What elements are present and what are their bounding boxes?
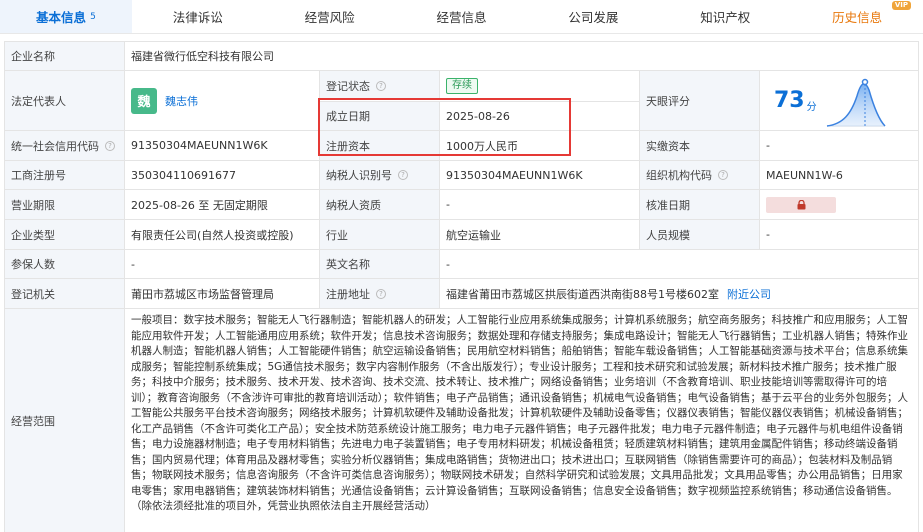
tianyan-score-value: 73 bbox=[774, 88, 805, 113]
insured-value: - bbox=[124, 250, 319, 278]
tab-count-badge: 5 bbox=[90, 11, 96, 22]
table-row: 法定代表人 魏 魏志伟 登记状态 ? 存续 成立日期 2025-08-26 天眼… bbox=[4, 70, 919, 130]
legal-rep-name-link[interactable]: 魏志伟 bbox=[165, 93, 198, 109]
est-date-label: 成立日期 bbox=[319, 101, 439, 130]
company-type-label: 企业类型 bbox=[4, 220, 124, 249]
tab-label: 知识产权 bbox=[700, 10, 751, 25]
est-date-value: 2025-08-26 bbox=[439, 101, 639, 130]
scope-label: 经营范围 bbox=[4, 309, 124, 532]
table-row: 企业类型 有限责任公司(自然人投资或控股) 行业 航空运输业 人员规模 - bbox=[4, 219, 919, 249]
company-type-value: 有限责任公司(自然人投资或控股) bbox=[124, 220, 319, 249]
table-row: 参保人数 - 英文名称 - bbox=[4, 249, 919, 278]
tab-bar: 基本信息 5 法律诉讼 经营风险 经营信息 公司发展 知识产权 历史信息 VIP bbox=[0, 0, 923, 34]
insured-label: 参保人数 bbox=[4, 250, 124, 278]
english-name-value: - bbox=[439, 250, 919, 278]
reg-address-value: 福建省莆田市荔城区拱辰街道西洪南街88号1号楼602室 bbox=[446, 287, 719, 301]
tianyan-score-cell[interactable]: 73 分 bbox=[759, 71, 919, 130]
reg-status-label: 登记状态 ? bbox=[319, 71, 439, 100]
tab-label: 基本信息 bbox=[36, 10, 87, 25]
org-code-label-text: 组织机构代码 bbox=[646, 169, 712, 182]
biz-reg-no-value: 350304110691677 bbox=[124, 161, 319, 189]
company-info-table: 企业名称 福建省微行低空科技有限公司 法定代表人 魏 魏志伟 登记状态 ? 存续… bbox=[4, 41, 919, 532]
tianyan-score-unit: 分 bbox=[806, 102, 817, 113]
term-label: 营业期限 bbox=[4, 190, 124, 219]
reg-status-cell: 存续 bbox=[439, 71, 639, 100]
tab-label: 经营风险 bbox=[304, 10, 355, 25]
industry-value: 航空运输业 bbox=[439, 220, 639, 249]
legal-rep-cell: 魏 魏志伟 bbox=[124, 71, 319, 130]
tab-business-info[interactable]: 经营信息 bbox=[396, 0, 528, 33]
tab-business-risk[interactable]: 经营风险 bbox=[264, 0, 396, 33]
tab-company-development[interactable]: 公司发展 bbox=[527, 0, 659, 33]
taxpayer-qual-label: 纳税人资质 bbox=[319, 190, 439, 219]
tab-label: 经营信息 bbox=[436, 10, 487, 25]
legal-rep-label: 法定代表人 bbox=[4, 71, 124, 130]
help-icon[interactable]: ? bbox=[105, 140, 115, 151]
table-row: 登记机关 莆田市荔城区市场监督管理局 注册地址 ? 福建省莆田市荔城区拱辰街道西… bbox=[4, 278, 919, 308]
taxpayer-id-value: 91350304MAEUNN1W6K bbox=[439, 161, 639, 189]
staff-size-label: 人员规模 bbox=[639, 220, 759, 249]
score-distribution-icon bbox=[826, 78, 886, 127]
vip-locked-value[interactable] bbox=[766, 196, 836, 213]
tab-label: 历史信息 bbox=[832, 10, 883, 25]
table-row: 工商注册号 350304110691677 纳税人识别号 ? 91350304M… bbox=[4, 160, 919, 189]
tab-label: 公司发展 bbox=[568, 10, 619, 25]
tianyan-score-label: 天眼评分 bbox=[639, 71, 759, 130]
vip-badge: VIP bbox=[891, 1, 912, 10]
credit-code-label-text: 统一社会信用代码 bbox=[11, 139, 99, 153]
help-icon[interactable]: ? bbox=[376, 80, 386, 91]
reg-address-cell: 福建省莆田市荔城区拱辰街道西洪南街88号1号楼602室 附近公司 bbox=[439, 279, 919, 308]
status-badge: 存续 bbox=[446, 77, 478, 94]
company-name-value: 福建省微行低空科技有限公司 bbox=[124, 42, 919, 70]
industry-label: 行业 bbox=[319, 220, 439, 249]
paid-capital-label: 实缴资本 bbox=[639, 131, 759, 160]
org-code-value: MAEUNN1W-6 bbox=[759, 161, 919, 189]
tab-legal[interactable]: 法律诉讼 bbox=[132, 0, 264, 33]
reg-authority-label: 登记机关 bbox=[4, 279, 124, 308]
staff-size-value: - bbox=[759, 220, 919, 249]
business-scope-text: 一般项目：数字技术服务；智能无人飞行器制造；智能机器人的研发；人工智能行业应用系… bbox=[124, 309, 919, 532]
table-row: 企业名称 福建省微行低空科技有限公司 bbox=[4, 41, 919, 70]
lock-icon bbox=[797, 199, 805, 209]
reg-authority-value: 莆田市荔城区市场监督管理局 bbox=[124, 279, 319, 308]
tab-intellectual-property[interactable]: 知识产权 bbox=[659, 0, 791, 33]
paid-capital-value: - bbox=[759, 131, 919, 160]
reg-capital-value: 1000万人民币 bbox=[439, 131, 639, 160]
reg-capital-label: 注册资本 bbox=[319, 131, 439, 160]
help-icon[interactable]: ? bbox=[398, 170, 408, 180]
taxpayer-qual-value: - bbox=[439, 190, 639, 219]
reg-address-label-text: 注册地址 bbox=[326, 287, 370, 301]
reg-address-label: 注册地址 ? bbox=[319, 279, 439, 308]
tab-basic-info[interactable]: 基本信息 5 bbox=[0, 0, 132, 33]
table-row: 统一社会信用代码 ? 91350304MAEUNN1W6K 注册资本 1000万… bbox=[4, 130, 919, 160]
approval-date-cell bbox=[759, 190, 919, 219]
avatar: 魏 bbox=[131, 87, 157, 114]
reg-status-label-text: 登记状态 bbox=[326, 79, 370, 93]
biz-reg-no-label: 工商注册号 bbox=[4, 161, 124, 189]
help-icon[interactable]: ? bbox=[376, 288, 386, 299]
term-value: 2025-08-26 至 无固定期限 bbox=[124, 190, 319, 219]
table-row: 经营范围 一般项目：数字技术服务；智能无人飞行器制造；智能机器人的研发；人工智能… bbox=[4, 308, 919, 532]
help-icon[interactable]: ? bbox=[718, 170, 728, 180]
nearby-companies-link[interactable]: 附近公司 bbox=[727, 286, 771, 302]
table-row: 营业期限 2025-08-26 至 无固定期限 纳税人资质 - 核准日期 bbox=[4, 189, 919, 219]
approval-date-label: 核准日期 bbox=[639, 190, 759, 219]
taxpayer-id-label-text: 纳税人识别号 bbox=[326, 169, 392, 182]
credit-code-value: 91350304MAEUNN1W6K bbox=[124, 131, 319, 160]
tab-label: 法律诉讼 bbox=[172, 10, 223, 25]
table-border bbox=[918, 41, 919, 532]
credit-code-label: 统一社会信用代码 ? bbox=[4, 131, 124, 160]
tab-history[interactable]: 历史信息 VIP bbox=[791, 0, 923, 33]
company-name-label: 企业名称 bbox=[4, 42, 124, 70]
taxpayer-id-label: 纳税人识别号 ? bbox=[319, 161, 439, 189]
english-name-label: 英文名称 bbox=[319, 250, 439, 278]
org-code-label: 组织机构代码 ? bbox=[639, 161, 759, 189]
